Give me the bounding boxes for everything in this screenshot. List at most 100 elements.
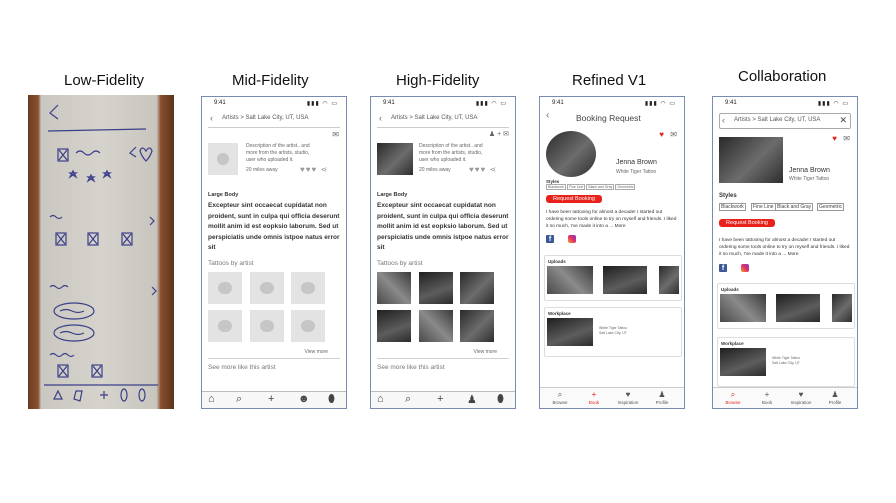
mail-icon[interactable]: ✉ (670, 131, 677, 139)
bag-icon[interactable]: ⬮ (497, 393, 504, 406)
see-more-link[interactable]: See more like this artist (377, 364, 445, 371)
mail-icon[interactable]: ✉ (332, 131, 339, 139)
heart-icon[interactable]: ♥ (832, 135, 837, 143)
view-more-link[interactable]: View more (473, 349, 497, 356)
uploads-card: Uploads (717, 283, 855, 329)
see-more-link[interactable]: See more like this artist (208, 364, 276, 371)
instagram-icon[interactable] (741, 264, 749, 272)
upload-photo[interactable] (659, 266, 679, 294)
home-icon[interactable]: ⌂ (377, 393, 384, 405)
artist-description: Description of the artist.. and more fro… (246, 143, 310, 163)
artist-bio: I have been tattooing for almost a decad… (546, 210, 677, 229)
add-icon[interactable]: + (268, 393, 274, 405)
upload-photo[interactable] (720, 294, 766, 322)
breadcrumb: Artists > Salt Lake City, UT, USA (734, 117, 821, 123)
workplace-address: Salt Lake City, UT (599, 331, 627, 335)
workplace-label: Workplace (548, 311, 571, 316)
title-low-fidelity: Low-Fidelity (64, 72, 145, 89)
divider (377, 358, 509, 359)
tab-profile[interactable]: ♟ Profile (815, 390, 855, 405)
status-bar: 9:41 ▮▮▮ ◠ ▭ (713, 97, 857, 109)
status-icons: ▮▮▮ ◠ ▭ (817, 101, 849, 107)
tattoo-placeholder[interactable] (250, 272, 284, 304)
instagram-icon[interactable] (568, 235, 576, 243)
status-time: 9:41 (552, 100, 564, 106)
request-booking-button[interactable]: Request Booking (546, 195, 602, 203)
tattoo-photo[interactable] (419, 272, 453, 304)
back-icon[interactable]: ‹ (722, 115, 725, 125)
large-body-label: Large Body (208, 192, 239, 198)
action-icons[interactable]: ♟ + ✉ (489, 131, 509, 138)
rating-hearts: ♥♥♥ ⋖ (469, 165, 498, 174)
sketch-drawing (44, 104, 158, 402)
tattoo-placeholder[interactable] (208, 272, 242, 304)
back-icon[interactable]: ‹ (210, 113, 213, 123)
request-booking-button[interactable]: Request Booking (719, 219, 775, 227)
breadcrumb-bar[interactable]: ‹ Artists > Salt Lake City, UT, USA (208, 111, 340, 128)
upload-photo[interactable] (832, 294, 852, 322)
style-tag[interactable]: Black and Gray (586, 184, 615, 190)
workplace-photo[interactable] (720, 348, 766, 376)
upload-photo[interactable] (547, 266, 593, 294)
heart-icon[interactable]: ♥ (659, 131, 664, 139)
add-icon[interactable]: + (437, 393, 443, 405)
search-icon[interactable]: ⌕ (405, 393, 411, 406)
facebook-icon[interactable]: f (546, 235, 554, 243)
tattoo-placeholder[interactable] (291, 272, 325, 304)
studio-name: White Tiger Tattoo (789, 176, 830, 182)
tab-profile[interactable]: ♟ Profile (642, 390, 682, 405)
breadcrumb-bar[interactable]: ‹ Artists > Salt Lake City, UT, USA (377, 111, 509, 128)
upload-photo[interactable] (776, 294, 820, 322)
styles-label: Styles (719, 193, 737, 199)
large-body-text: Excepteur sint occaecat cupidatat non pr… (377, 202, 509, 252)
distance-text: 20 miles away (246, 167, 278, 173)
tab-bar: ⌕ Browse + Book ♥ Inspiration ♟ Profile (540, 387, 684, 408)
tab-bar: ⌂ ⌕ + ♟ ⬮ (371, 391, 515, 408)
tattoo-placeholder[interactable] (291, 310, 325, 342)
uploads-label: Uploads (548, 259, 566, 264)
tattoo-photo[interactable] (419, 310, 453, 342)
workplace-card: Workplace White Tiger Tattoo Salt Lake C… (717, 337, 855, 387)
tattoo-photo[interactable] (460, 272, 494, 304)
style-tag[interactable]: Blackwork (719, 203, 746, 211)
tattoo-photo[interactable] (377, 272, 411, 304)
style-tag[interactable]: Fine Line (751, 203, 776, 211)
artist-photo-placeholder (208, 143, 238, 175)
back-icon[interactable]: ‹ (546, 111, 549, 121)
close-icon[interactable]: ✕ (839, 115, 847, 126)
style-tag[interactable]: Geometric (817, 203, 845, 211)
home-icon[interactable]: ⌂ (208, 393, 215, 405)
workplace-address: Salt Lake City, UT (772, 361, 800, 365)
upload-photo[interactable] (603, 266, 647, 294)
uploads-card: Uploads (544, 255, 682, 301)
status-time: 9:41 (383, 100, 395, 106)
tattoo-photo[interactable] (377, 310, 411, 342)
face-icon[interactable]: ☻ (298, 393, 310, 405)
breadcrumb-search-bar[interactable]: ‹ Artists > Salt Lake City, UT, USA ✕ (719, 113, 851, 129)
title-mid-fidelity: Mid-Fidelity (232, 72, 309, 89)
tattoo-placeholder[interactable] (250, 310, 284, 342)
search-icon[interactable]: ⌕ (236, 393, 242, 406)
workplace-card: Workplace White Tiger Tattoo Salt Lake C… (544, 307, 682, 357)
style-tag[interactable]: Blackwork (546, 184, 566, 190)
tattoo-photo[interactable] (460, 310, 494, 342)
title-collaboration: Collaboration (738, 68, 827, 85)
studio-name: White Tiger Tattoo (616, 169, 657, 175)
facebook-icon[interactable]: f (719, 264, 727, 272)
view-more-link[interactable]: View more (304, 349, 328, 356)
tattoo-placeholder[interactable] (208, 310, 242, 342)
back-icon[interactable]: ‹ (379, 113, 382, 123)
paper-sketch-photo (28, 95, 174, 409)
style-tag[interactable]: Black and Gray (775, 203, 814, 211)
style-tag[interactable]: Geometric (615, 184, 636, 190)
style-tag[interactable]: Fine Line (566, 184, 586, 190)
uploads-label: Uploads (721, 287, 739, 292)
mail-icon[interactable]: ✉ (843, 135, 850, 143)
profile-icon[interactable]: ♟ (467, 393, 477, 406)
breadcrumb: Artists > Salt Lake City, UT, USA (222, 115, 309, 121)
profile-icon[interactable]: ⬮ (328, 393, 335, 406)
workplace-photo[interactable] (547, 318, 593, 346)
tattoos-by-artist-label: Tattoos by artist (377, 260, 423, 267)
artist-photo (719, 137, 783, 183)
large-body-label: Large Body (377, 192, 408, 198)
